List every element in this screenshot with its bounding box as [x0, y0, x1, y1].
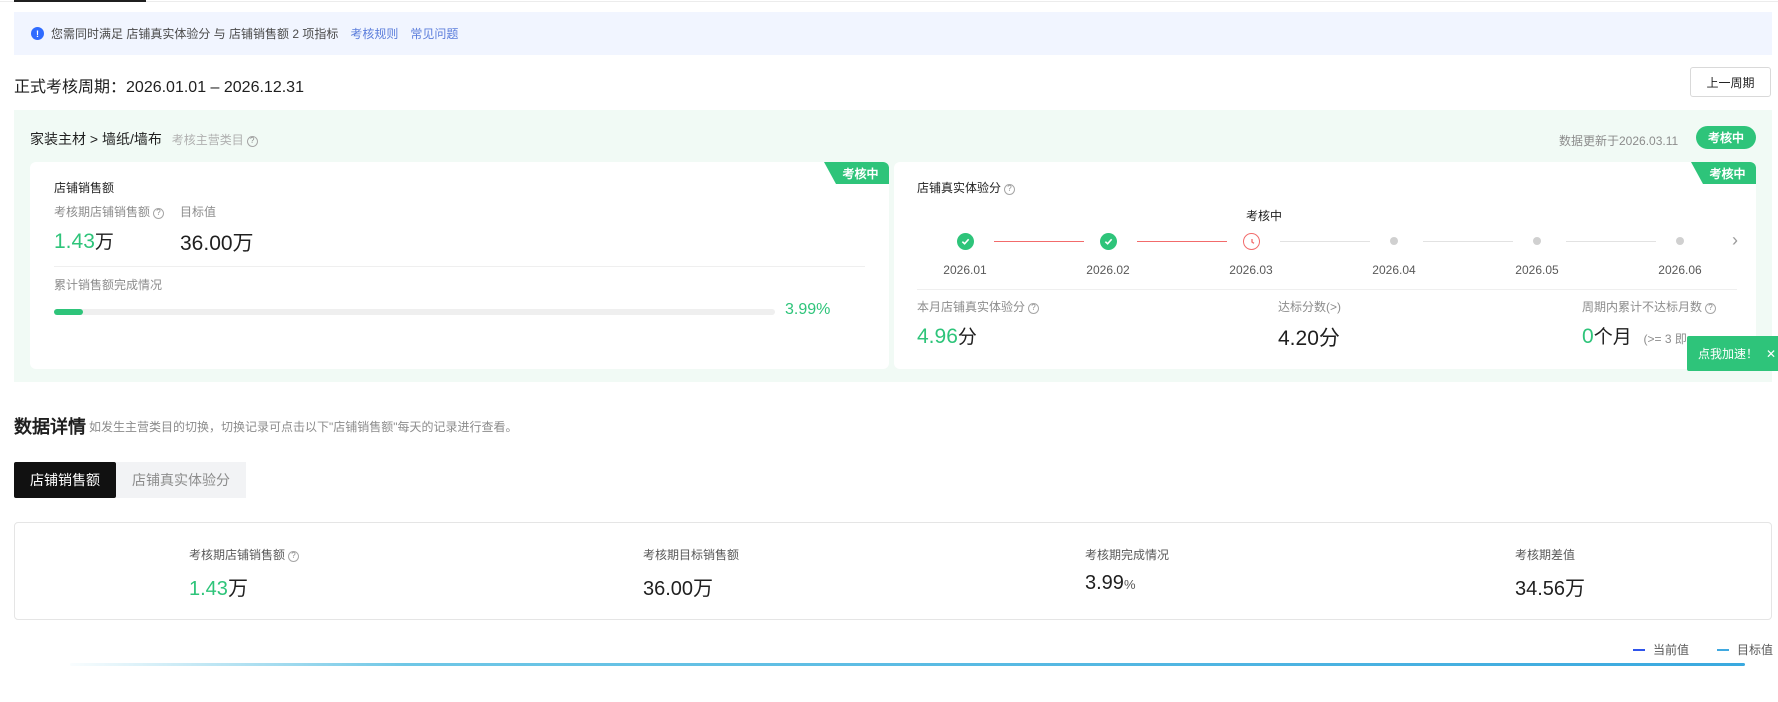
timeline-segment: [1137, 241, 1227, 242]
category-breadcrumb: 家装主材 > 墙纸/墙布 考核主营类目?: [30, 129, 258, 149]
sales-progress-text: 3.99%: [785, 301, 831, 318]
sales-card-title: 店铺销售额: [54, 181, 115, 195]
sales-progress-bar: [54, 309, 775, 315]
help-icon[interactable]: ?: [288, 550, 300, 562]
details-title: 数据详情: [14, 417, 86, 437]
score-value: 4.96分: [917, 325, 977, 348]
stat-sales: 考核期店铺销售额? 1.43万: [189, 546, 300, 601]
timeline-month: 2026.01: [943, 263, 987, 277]
help-icon[interactable]: ?: [1028, 302, 1040, 314]
info-icon: !: [31, 27, 44, 40]
timeline-month: 2026.05: [1515, 263, 1559, 277]
threshold-label: 达标分数(>): [1278, 300, 1342, 314]
stat-completion: 考核期完成情况 3.99%: [1085, 548, 1170, 594]
chevron-right-icon[interactable]: ›: [1732, 230, 1738, 251]
speed-up-button[interactable]: 点我加速！ ✕: [1687, 336, 1778, 371]
experience-card-title: 店铺真实体验分?: [917, 179, 1016, 196]
divider: [917, 289, 1737, 290]
faq-link[interactable]: 常见问题: [410, 25, 458, 42]
timeline-month: 2026.02: [1086, 263, 1130, 277]
stat-difference: 考核期差值 34.56万: [1515, 548, 1586, 600]
notice-bar: ! 您需同时满足 店铺真实体验分 与 店铺销售额 2 项指标 考核规则 常见问题: [14, 12, 1772, 55]
stats-summary: 考核期店铺销售额? 1.43万 考核期目标销售额 36.00万 考核期完成情况 …: [14, 522, 1772, 620]
assessment-rules-link[interactable]: 考核规则: [350, 25, 398, 42]
stat-target-sales: 考核期目标销售额 36.00万: [643, 548, 740, 600]
timeline-segment: [1566, 241, 1656, 242]
threshold-value: 4.20分: [1278, 327, 1340, 350]
timeline-segment: [994, 241, 1084, 242]
help-icon[interactable]: ?: [1705, 302, 1717, 314]
fail-months-label: 周期内累计不达标月数?: [1582, 298, 1717, 315]
progress-label: 累计销售额完成情况: [54, 278, 163, 292]
score-label: 本月店铺真实体验分?: [917, 298, 1040, 315]
status-badge: 考核中: [1696, 126, 1756, 149]
tab-store-sales[interactable]: 店铺销售额: [14, 462, 116, 498]
experience-card: 考核中 店铺真实体验分? 考核中 › 2026.01 2026.02 2026.…: [894, 162, 1756, 369]
close-icon[interactable]: ✕: [1766, 347, 1776, 361]
sales-progress-fill: [54, 309, 83, 315]
check-icon: [957, 233, 974, 250]
top-tab-indicator: [14, 0, 146, 2]
timeline-segment: [1423, 241, 1513, 242]
help-icon[interactable]: ?: [153, 207, 165, 219]
details-subtitle: 如发生主营类目的切换，切换记录可点击以下"店铺销售额"每天的记录进行查看。: [89, 420, 518, 434]
legend-current[interactable]: 当前值: [1633, 641, 1689, 658]
target-label: 目标值: [180, 205, 217, 219]
legend-current-swatch: [1633, 648, 1645, 651]
help-icon[interactable]: ?: [1004, 183, 1016, 195]
timeline-segment: [1280, 241, 1370, 242]
assessment-panel: 家装主材 > 墙纸/墙布 考核主营类目? 数据更新于2026.03.11 考核中…: [14, 110, 1772, 382]
previous-period-button[interactable]: 上一周期: [1690, 67, 1771, 97]
clock-icon: [1243, 233, 1260, 250]
pending-dot-icon: [1390, 237, 1398, 245]
timeline-month: 2026.03: [1229, 263, 1273, 277]
timeline-month: 2026.06: [1658, 263, 1702, 277]
help-icon[interactable]: ?: [246, 135, 258, 147]
sales-metric-label: 考核期店铺销售额?: [54, 203, 165, 220]
period-range: 2026.01.01 – 2026.12.31: [126, 79, 304, 96]
breadcrumb-text: 家装主材 > 墙纸/墙布: [30, 131, 162, 147]
notice-text: 您需同时满足 店铺真实体验分 与 店铺销售额 2 项指标: [51, 27, 339, 41]
chart-target-line: [70, 663, 1745, 666]
timeline-month: 2026.04: [1372, 263, 1416, 277]
breadcrumb-sub: 考核主营类目: [171, 133, 244, 147]
top-divider: [0, 1, 1778, 2]
target-value: 36.00万: [180, 232, 254, 255]
fail-months-value: 0个月 (>= 3 即: [1582, 325, 1687, 348]
sales-status-tag: 考核中: [824, 162, 889, 184]
timeline-current-label: 考核中: [1245, 209, 1282, 223]
assessment-period: 正式考核周期：2026.01.01 – 2026.12.31: [14, 73, 304, 97]
pending-dot-icon: [1533, 237, 1541, 245]
period-label: 正式考核周期：: [14, 79, 127, 96]
legend-target-swatch: [1717, 648, 1729, 651]
check-icon: [1100, 233, 1117, 250]
sales-card: 考核中 店铺销售额 考核期店铺销售额? 目标值 1.43万 36.00万 累计销…: [30, 162, 889, 369]
sales-metric-value: 1.43万: [54, 230, 114, 253]
tab-store-experience[interactable]: 店铺真实体验分: [116, 462, 246, 498]
divider: [54, 266, 865, 267]
pending-dot-icon: [1676, 237, 1684, 245]
experience-status-tag: 考核中: [1691, 162, 1756, 184]
legend-target[interactable]: 目标值: [1717, 641, 1773, 658]
update-time: 数据更新于2026.03.11: [1559, 134, 1679, 148]
